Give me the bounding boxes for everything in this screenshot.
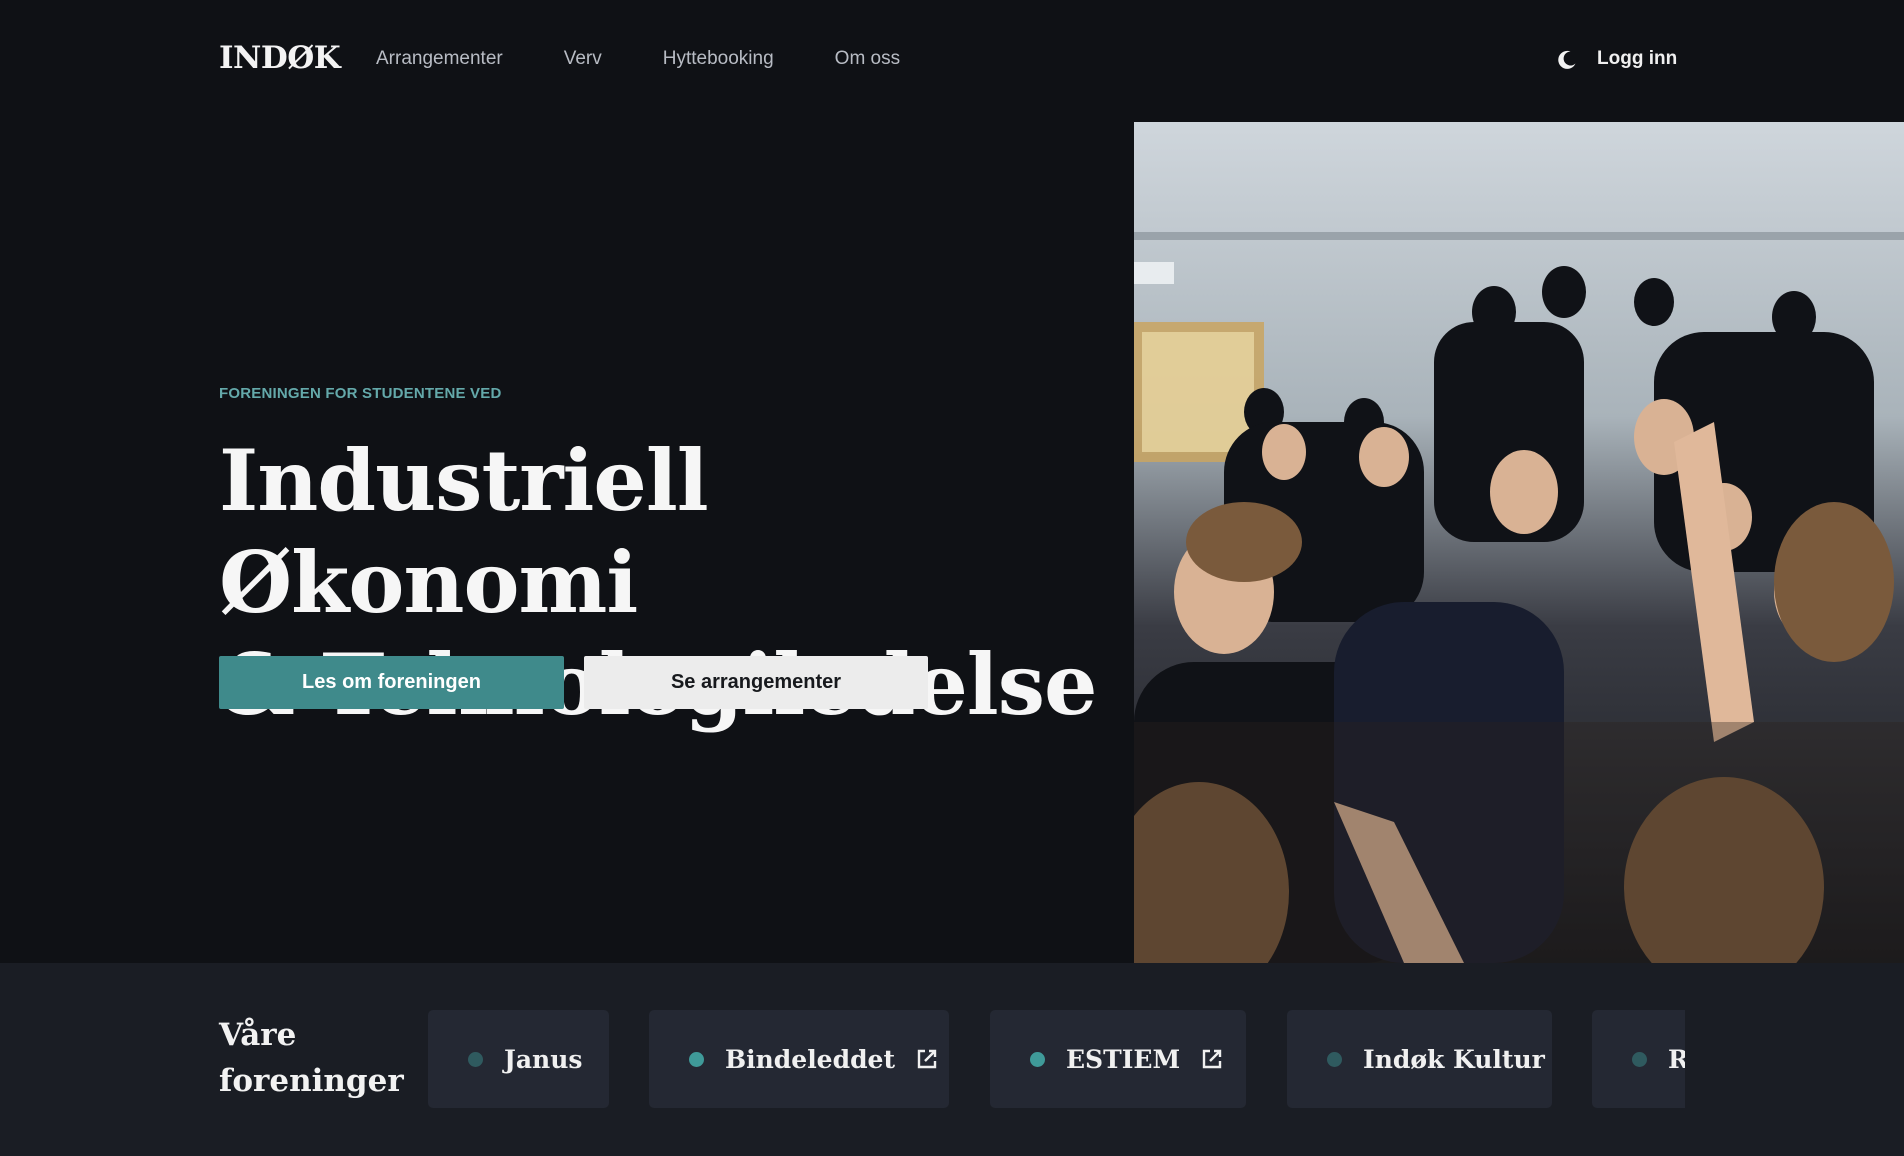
association-card-indok-kultur[interactable]: Indøk Kultur: [1287, 1010, 1552, 1108]
hero-eyebrow: FORENINGEN FOR STUDENTENE VED: [219, 385, 502, 402]
association-card-bindeleddet[interactable]: Bindeleddet: [649, 1010, 949, 1108]
external-link-icon: [917, 1049, 937, 1069]
nav-item-arrangementer[interactable]: Arrangementer: [376, 48, 503, 70]
association-name: Indøk Kultur: [1363, 1044, 1545, 1074]
association-name: R: [1668, 1044, 1685, 1074]
association-name: Bindeleddet: [725, 1044, 896, 1074]
nav-item-verv[interactable]: Verv: [564, 48, 602, 70]
association-card-partial[interactable]: R: [1592, 1010, 1685, 1108]
status-dot: [1030, 1051, 1045, 1067]
association-name: ESTIEM: [1066, 1044, 1181, 1074]
associations-carousel[interactable]: Janus Bindeleddet ESTIEM Indøk Kultur R: [428, 1010, 1685, 1108]
hero-photo-illustration: [1134, 122, 1904, 963]
association-card-janus[interactable]: Janus: [428, 1010, 609, 1108]
site-logo[interactable]: INDØK: [219, 40, 341, 76]
hero-title-line-1: Industriell Økonomi: [219, 431, 709, 632]
association-name: Janus: [504, 1044, 583, 1074]
nav-item-om-oss[interactable]: Om oss: [835, 48, 900, 70]
status-dot: [689, 1051, 704, 1067]
hero-photo: [1134, 122, 1904, 963]
main-nav: Arrangementer Verv Hyttebooking Om oss: [376, 48, 961, 70]
read-about-button[interactable]: Les om foreningen: [219, 656, 564, 709]
login-link[interactable]: Logg inn: [1597, 48, 1677, 70]
see-events-button[interactable]: Se arrangementer: [584, 656, 928, 709]
external-link-icon: [1202, 1049, 1222, 1069]
status-dot: [1632, 1051, 1647, 1067]
status-dot: [1327, 1051, 1342, 1067]
status-dot: [468, 1051, 483, 1067]
nav-item-hyttebooking[interactable]: Hyttebooking: [663, 48, 774, 70]
association-card-estiem[interactable]: ESTIEM: [990, 1010, 1246, 1108]
associations-title: Våre foreninger: [219, 1017, 404, 1099]
moon-icon[interactable]: [1555, 48, 1579, 72]
site-header: INDØK Arrangementer Verv Hyttebooking Om…: [0, 0, 1904, 122]
